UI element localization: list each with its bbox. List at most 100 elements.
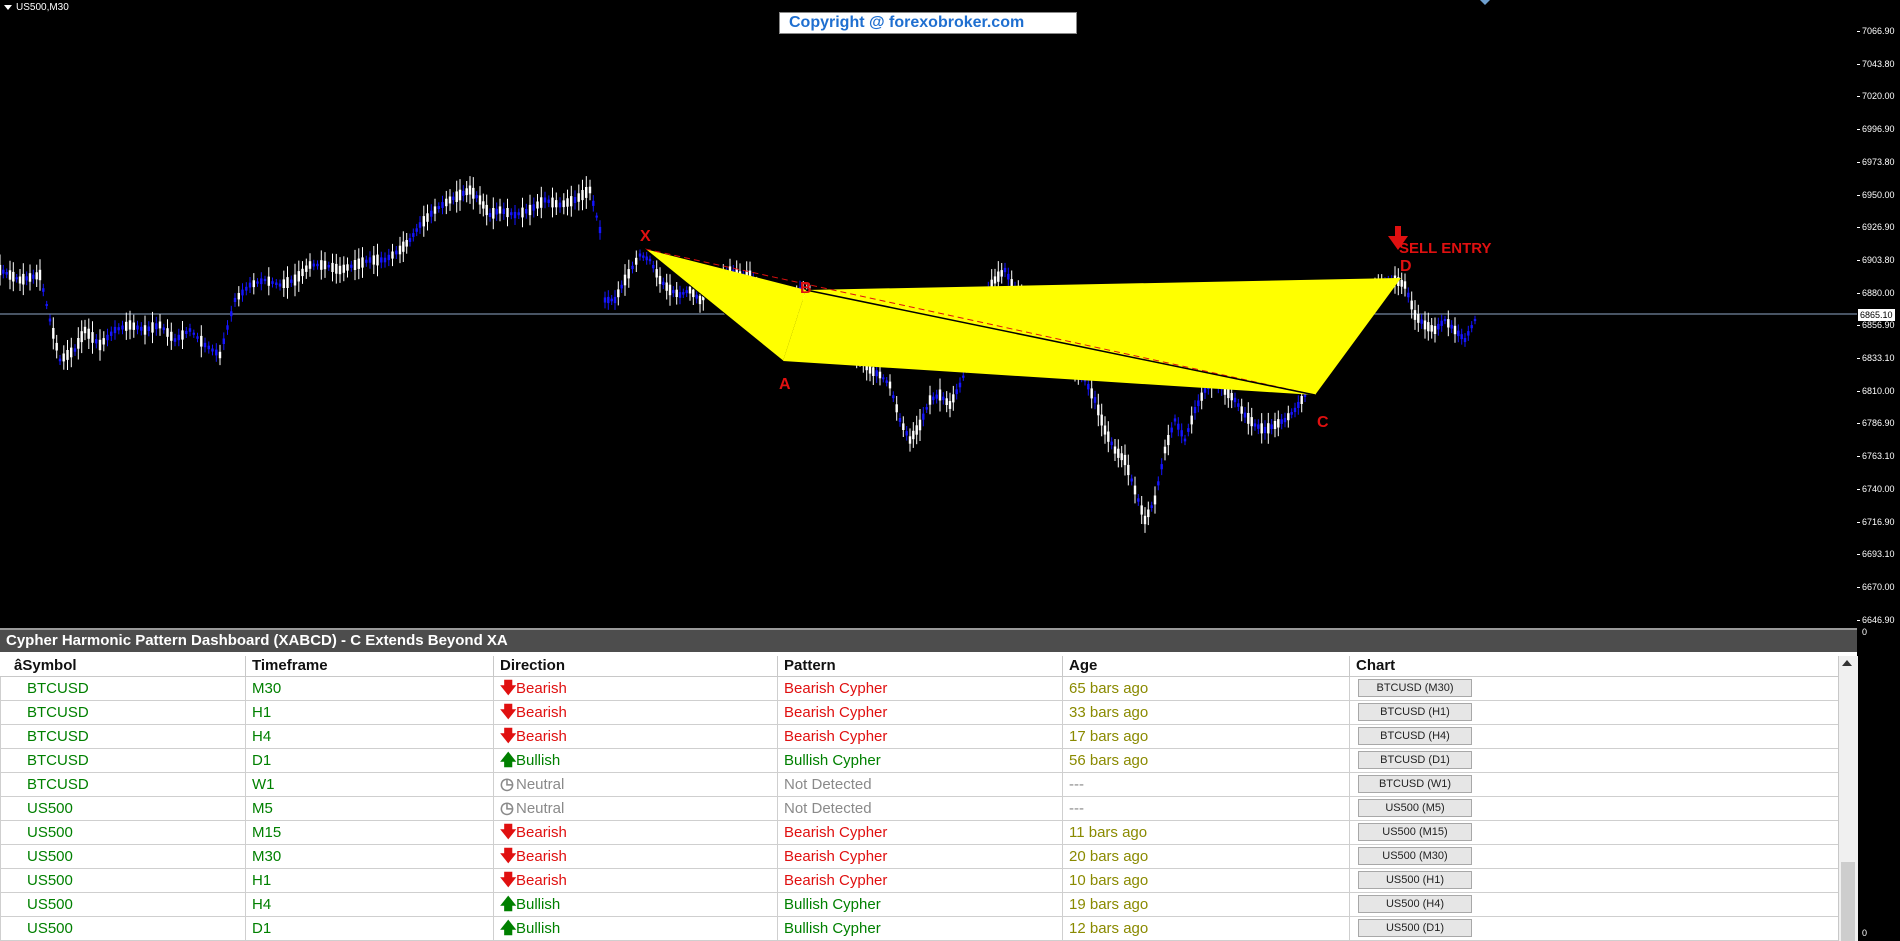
direction-cell: ◷ Neutral (493, 797, 777, 820)
candle-body (1097, 404, 1100, 416)
candle-body (912, 430, 915, 440)
table-row[interactable]: BTCUSD W1 ◷ Neutral Not Detected --- BTCUSD (W… (0, 773, 1838, 797)
price-tick-mark (1857, 227, 1860, 229)
open-chart-button[interactable]: BTCUSD (M30) (1358, 679, 1472, 697)
point-x-label: X (640, 228, 651, 245)
chart-cell: US500 (M15) (1349, 821, 1838, 844)
chart-shift-marker-icon[interactable] (1480, 0, 1490, 5)
candle-body (610, 298, 613, 302)
candle-body (87, 328, 90, 339)
age-cell: 33 bars ago (1062, 701, 1349, 724)
candle-body (426, 213, 429, 222)
header-age[interactable]: Age (1062, 656, 1349, 676)
header-timeframe[interactable]: Timeframe (245, 656, 493, 676)
timeframe-cell: M5 (245, 797, 493, 820)
header-pattern[interactable]: Pattern (777, 656, 1062, 676)
open-chart-button[interactable]: US500 (D1) (1358, 919, 1472, 937)
open-chart-button[interactable]: BTCUSD (D1) (1358, 751, 1472, 769)
open-chart-button[interactable]: US500 (H1) (1358, 871, 1472, 889)
table-row[interactable]: BTCUSD M30 🡇Bearish Bearish Cypher 65 bars a… (0, 677, 1838, 701)
header-chart[interactable]: Chart (1349, 656, 1838, 676)
table-row[interactable]: BTCUSD D1 🡅Bullish Bullish Cypher 56 bars ag… (0, 749, 1838, 773)
table-row[interactable]: US500 M30 🡇Bearish Bearish Cypher 20 bars ag… (0, 845, 1838, 869)
candle-body (1443, 319, 1447, 322)
candle-body (495, 208, 498, 215)
chart-cell: US500 (H1) (1349, 869, 1838, 892)
candle-body (1197, 400, 1200, 407)
candle-body (398, 245, 402, 255)
direction-text: Bullish (516, 752, 561, 769)
candle-body (1130, 478, 1133, 482)
age-cell: 10 bars ago (1062, 869, 1349, 892)
candle-body (245, 286, 248, 291)
scroll-thumb[interactable] (1841, 862, 1855, 941)
candle-body (155, 323, 158, 330)
open-chart-button[interactable]: BTCUSD (H1) (1358, 703, 1472, 721)
table-row[interactable]: US500 H4 🡅Bullish Bullish Cypher 19 bars ago… (0, 893, 1838, 917)
candle-body (502, 208, 505, 214)
open-chart-button[interactable]: BTCUSD (H4) (1358, 727, 1472, 745)
candle-body (688, 286, 692, 294)
candle-body (888, 381, 892, 389)
open-chart-button[interactable]: US500 (M5) (1358, 799, 1472, 817)
candle-body (335, 263, 338, 274)
candle-body (1117, 448, 1120, 458)
header-symbol[interactable]: âSymbol (0, 656, 245, 676)
table-row[interactable]: BTCUSD H4 🡇Bearish Bearish Cypher 17 bars ag… (0, 725, 1838, 749)
point-b-label: B (800, 280, 812, 297)
arrow-up-icon: 🡅 (500, 896, 517, 913)
candle-body (387, 254, 390, 261)
table-row[interactable]: US500 H1 🡇Bearish Bearish Cypher 10 bars ago… (0, 869, 1838, 893)
table-scrollbar[interactable] (1838, 656, 1858, 941)
candle-body (668, 284, 672, 296)
open-chart-button[interactable]: BTCUSD (W1) (1358, 775, 1472, 793)
symbol-cell: BTCUSD (0, 773, 245, 796)
candle-body (301, 268, 304, 277)
open-chart-button[interactable]: US500 (M30) (1358, 847, 1472, 865)
candle-body (1157, 481, 1160, 486)
candle-body (218, 351, 222, 359)
table-row[interactable]: US500 M5 ◷ Neutral Not Detected --- US500 (M5) (0, 797, 1838, 821)
candle-body (698, 295, 702, 305)
open-chart-button[interactable]: US500 (H4) (1358, 895, 1472, 913)
candle-body (226, 325, 229, 330)
candle-body (993, 276, 997, 284)
candle-body (166, 328, 169, 337)
table-row[interactable]: US500 D1 🡅Bullish Bullish Cypher 12 bars ago… (0, 917, 1838, 941)
candle-body (562, 200, 565, 208)
chart-cell: US500 (M5) (1349, 797, 1838, 820)
candle-body (935, 394, 938, 399)
candle-body (391, 251, 394, 259)
direction-text: Bearish (516, 824, 567, 841)
candle-body (922, 413, 925, 420)
header-direction[interactable]: Direction (493, 656, 777, 676)
candle-body (256, 281, 259, 284)
arrow-down-icon: 🡇 (500, 824, 517, 841)
direction-text: Neutral (516, 776, 565, 793)
price-chart[interactable]: X A B C D SELL ENTRY US500,M30 Copyright… (0, 0, 1900, 627)
age-cell: 20 bars ago (1062, 845, 1349, 868)
symbol-cell: BTCUSD (0, 725, 245, 748)
table-row[interactable]: US500 M15 🡇Bearish Bearish Cypher 11 bars ag… (0, 821, 1838, 845)
chart-canvas: X A B C D SELL ENTRY (0, 0, 1857, 533)
price-tick-mark (1857, 586, 1860, 588)
symbol-timeframe-label[interactable]: US500,M30 (4, 2, 69, 13)
candle-body (361, 257, 364, 268)
candle-body (177, 334, 180, 341)
candle-body (570, 196, 573, 207)
direction-text: Bearish (516, 680, 567, 697)
scroll-up-icon[interactable] (1842, 660, 1852, 666)
candle-body (595, 215, 598, 218)
candle-body (173, 338, 177, 342)
candle-body (613, 296, 617, 304)
candle-body (331, 262, 334, 272)
pattern-cell: Bearish Cypher (777, 677, 1062, 700)
table-row[interactable]: BTCUSD H1 🡇Bearish Bearish Cypher 33 bars ag… (0, 701, 1838, 725)
candle-body (905, 431, 908, 436)
candle-body (932, 396, 935, 401)
open-chart-button[interactable]: US500 (M15) (1358, 823, 1472, 841)
candle-body (566, 198, 569, 207)
candle-body (942, 396, 945, 401)
sub-axis-zero-top: 0 (1862, 627, 1868, 637)
age-cell: 56 bars ago (1062, 749, 1349, 772)
